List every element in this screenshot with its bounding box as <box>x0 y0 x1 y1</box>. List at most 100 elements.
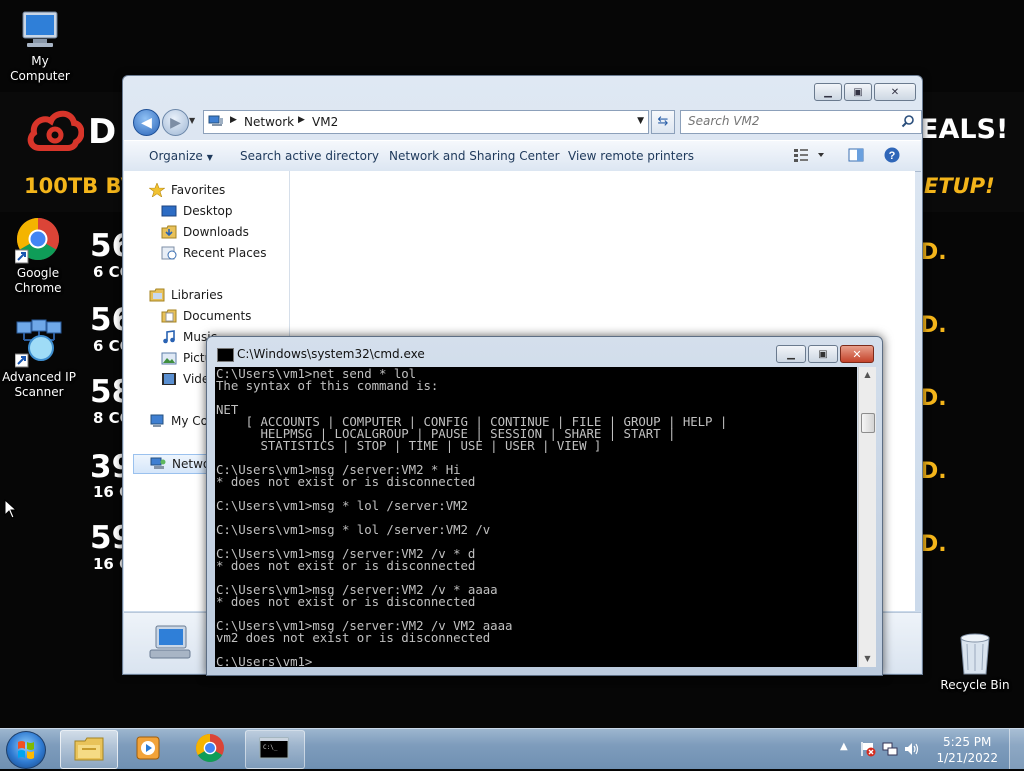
minimize-button[interactable]: ▁ <box>814 83 842 101</box>
desktop-icon-label: Recycle Bin <box>940 678 1010 692</box>
start-button[interactable] <box>6 731 46 769</box>
windows-explorer-icon <box>74 737 104 761</box>
breadcrumb-chevron-icon[interactable]: ▶ <box>298 115 305 125</box>
close-button[interactable]: ✕ <box>840 345 874 363</box>
network-sharing-center-button[interactable]: Network and Sharing Center <box>389 149 560 163</box>
search-box[interactable] <box>680 110 922 134</box>
windows-logo-icon <box>18 741 34 759</box>
taskbar-cmd[interactable]: C:\_ <box>245 730 305 769</box>
command-bar: Organize ▼ Search active directory Networ… <box>124 140 921 172</box>
wallpaper-setup-text: ETUP! <box>924 174 995 198</box>
chevron-down-icon: ▼ <box>206 153 213 162</box>
wallpaper-dot-text: D. <box>920 240 947 265</box>
maximize-button[interactable]: ▣ <box>808 345 838 363</box>
console-output[interactable]: C:\Users\vm1>net send * lol The syntax o… <box>215 367 857 667</box>
network-icon <box>150 457 166 469</box>
search-input[interactable] <box>681 111 888 131</box>
clock-time: 5:25 PM <box>943 735 992 749</box>
nav-recent-places[interactable]: Recent Places <box>161 246 266 260</box>
chrome-icon <box>15 218 60 264</box>
wallpaper-brand-text: D <box>88 112 117 152</box>
network-status-icon[interactable] <box>882 741 898 757</box>
back-button[interactable]: ◀ <box>133 109 160 136</box>
arrow-right-icon: ▶ <box>170 114 181 131</box>
view-options-icon <box>794 149 824 162</box>
organize-button[interactable]: Organize ▼ <box>149 149 213 163</box>
system-clock[interactable]: 5:25 PM 1/21/2022 <box>936 734 998 766</box>
search-icon[interactable] <box>901 114 915 128</box>
videos-icon <box>162 373 176 385</box>
window-controls: ▁ ▣ ✕ <box>814 83 916 101</box>
wallpaper-dot-text: D. <box>920 532 947 557</box>
forward-button[interactable]: ▶ <box>162 109 189 136</box>
computer-icon <box>149 625 191 659</box>
minimize-icon: ▁ <box>824 86 832 98</box>
console-text: C:\Users\vm1>net send * lol The syntax o… <box>216 367 728 667</box>
action-center-flag-icon[interactable] <box>860 741 876 757</box>
window-controls: ▁ ▣ ✕ <box>776 345 874 363</box>
scroll-down-icon[interactable]: ▼ <box>859 651 876 667</box>
address-row: ◀ ▶ ▼ ▶ Network ▶ VM2 ▼ ⇆ <box>131 108 922 136</box>
volume-icon[interactable] <box>904 741 920 757</box>
view-remote-printers-button[interactable]: View remote printers <box>568 149 694 163</box>
music-icon <box>163 330 175 344</box>
console-scrollbar[interactable]: ▲ ▼ <box>858 367 876 667</box>
svg-text:C:\_: C:\_ <box>263 744 278 751</box>
desktop-icon-my-computer[interactable]: My Computer <box>0 8 80 84</box>
taskbar-chrome[interactable] <box>182 730 238 767</box>
desktop-icon-google-chrome[interactable]: Google Chrome <box>0 216 78 296</box>
nav-libraries[interactable]: Libraries <box>149 288 223 302</box>
nav-documents[interactable]: Documents <box>161 309 251 323</box>
show-desktop-button[interactable] <box>1009 729 1024 769</box>
recent-places-icon <box>161 246 177 260</box>
organize-label: Organize <box>149 149 203 163</box>
nav-downloads[interactable]: Downloads <box>161 225 249 239</box>
nav-label: Favorites <box>171 183 226 197</box>
star-icon <box>149 183 165 197</box>
recent-pages-button[interactable]: ▼ <box>189 116 195 125</box>
address-bar[interactable]: ▶ Network ▶ VM2 ▼ <box>203 110 649 134</box>
cloud-logo-icon <box>27 110 84 151</box>
notification-area: ▲ 5:25 PM 1/21/2022 <box>834 729 1024 769</box>
desktop-icon-advanced-ip-scanner[interactable]: Advanced IP Scanner <box>0 318 79 400</box>
arrow-left-icon: ◀ <box>141 114 152 131</box>
nav-label: Downloads <box>183 225 249 239</box>
scroll-up-icon[interactable]: ▲ <box>859 367 876 383</box>
minimize-button[interactable]: ▁ <box>776 345 806 363</box>
wallpaper-bandwidth-text: 100TB BV <box>24 174 137 198</box>
preview-pane-button[interactable] <box>848 147 864 166</box>
desktop-icon-recycle-bin[interactable]: Recycle Bin <box>935 630 1015 693</box>
wallpaper-dot-text: D. <box>920 459 947 484</box>
show-hidden-icons-button[interactable]: ▲ <box>840 741 856 757</box>
desktop-icon-label: Advanced IP Scanner <box>2 370 76 399</box>
help-button[interactable]: ? <box>884 147 900 166</box>
maximize-button[interactable]: ▣ <box>844 83 872 101</box>
network-scanner-icon <box>15 319 62 368</box>
search-active-directory-button[interactable]: Search active directory <box>240 149 379 163</box>
chrome-icon <box>196 734 224 762</box>
close-icon: ✕ <box>890 86 900 98</box>
nav-desktop[interactable]: Desktop <box>161 204 233 218</box>
close-button[interactable]: ✕ <box>874 83 916 101</box>
nav-label: Desktop <box>183 204 233 218</box>
breadcrumb-vm2[interactable]: VM2 <box>312 115 338 129</box>
desktop-icon-label: My Computer <box>10 54 70 83</box>
help-icon: ? <box>884 147 900 163</box>
breadcrumb-chevron-icon[interactable]: ▶ <box>230 115 237 125</box>
scrollbar-thumb[interactable] <box>861 413 875 433</box>
network-icon <box>208 115 223 126</box>
nav-label: Documents <box>183 309 252 323</box>
cmd-window[interactable]: C:\Windows\system32\cmd.exe ▁ ▣ ✕ C:\Use… <box>206 336 883 676</box>
nav-favorites[interactable]: Favorites <box>149 183 225 197</box>
taskbar: C:\_ ▲ 5:25 PM 1/21/2022 <box>0 728 1024 769</box>
desktop-icon-label: Google Chrome <box>14 266 62 295</box>
close-icon: ✕ <box>852 347 862 361</box>
cmd-icon: C:\_ <box>259 737 289 759</box>
taskbar-media-player[interactable] <box>120 730 176 767</box>
taskbar-windows-explorer[interactable] <box>60 730 118 769</box>
breadcrumb-network[interactable]: Network <box>244 115 294 129</box>
address-dropdown-icon[interactable]: ▼ <box>637 116 644 126</box>
refresh-button[interactable]: ⇆ <box>651 110 675 134</box>
media-player-icon <box>136 736 160 760</box>
change-view-button[interactable] <box>793 147 827 166</box>
